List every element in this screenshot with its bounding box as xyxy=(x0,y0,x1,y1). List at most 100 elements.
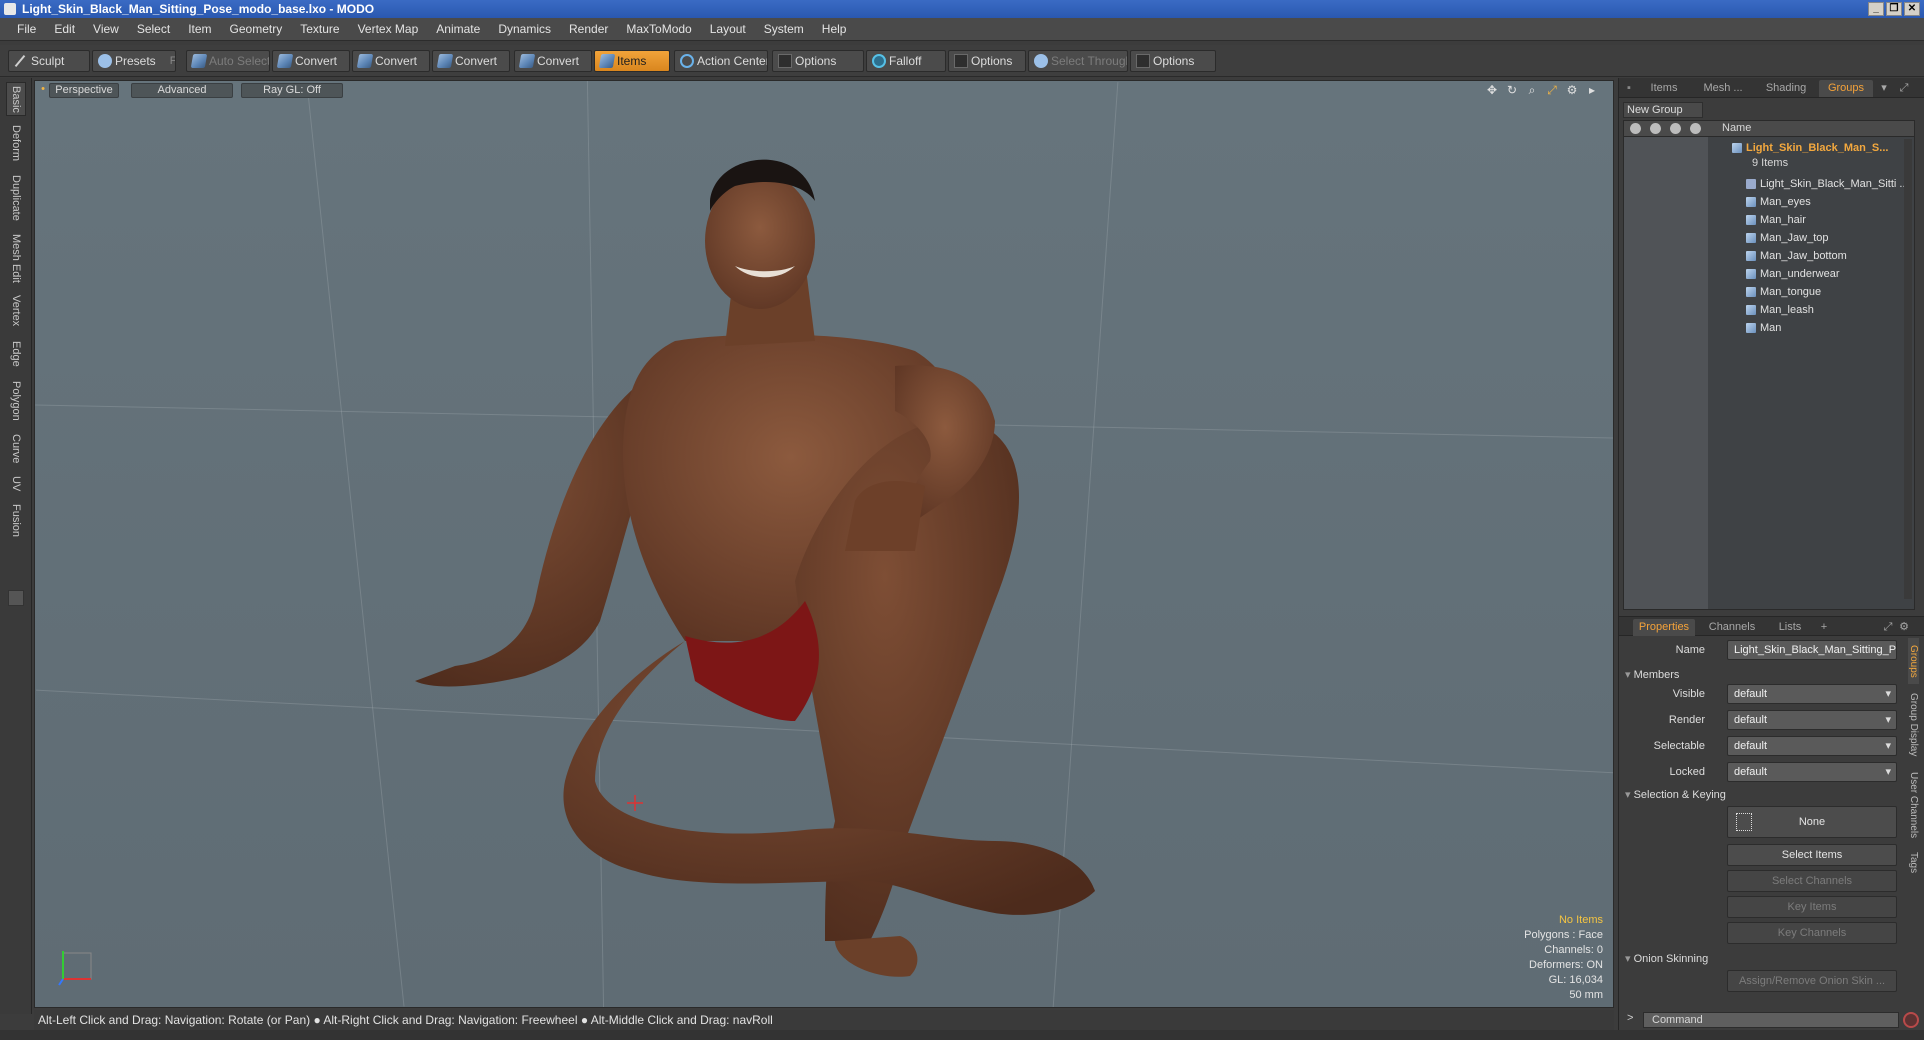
side-tab-group-display[interactable]: Group Display xyxy=(1908,688,1919,762)
toolbar: Sculpt Presets F6 Auto Select Convert Con… xyxy=(0,45,1924,77)
group-row[interactable]: Light_Skin_Black_Man_S... xyxy=(1624,139,1914,157)
3d-viewport[interactable]: • Perspective Advanced Ray GL: Off ✥ ↻ ⌕… xyxy=(34,80,1614,1008)
tree-item-row[interactable]: Man_underwear xyxy=(1624,265,1914,283)
panel-menu-icon[interactable]: ▪ xyxy=(1625,80,1633,97)
select-mode-none-button[interactable]: None xyxy=(1727,806,1897,838)
model-sitting-man[interactable] xyxy=(35,81,1614,1008)
tree-item-row[interactable]: Light_Skin_Black_Man_Sitti ... xyxy=(1624,175,1914,193)
auto-select-button[interactable]: Auto Select xyxy=(186,50,270,72)
tree-item-row[interactable]: Man xyxy=(1624,319,1914,337)
select-channels-button[interactable]: Select Channels xyxy=(1727,870,1897,892)
tab-fusion[interactable]: Fusion xyxy=(6,500,26,542)
options-button-2[interactable]: Options xyxy=(948,50,1026,72)
command-input[interactable]: Command xyxy=(1643,1012,1899,1028)
record-macro-button[interactable] xyxy=(1903,1012,1919,1028)
tree-item-row[interactable]: Man_Jaw_bottom xyxy=(1624,247,1914,265)
tab-groups[interactable]: Groups xyxy=(1819,80,1873,97)
selection-keying-section[interactable]: Selection & Keying xyxy=(1625,788,1726,801)
options-button-3[interactable]: Options xyxy=(1130,50,1216,72)
tool-panel-toggle[interactable] xyxy=(8,590,24,606)
key-items-button[interactable]: Key Items xyxy=(1727,896,1897,918)
polygons-info: Polygons : Face xyxy=(1524,929,1603,941)
tab-curve[interactable]: Curve xyxy=(6,430,26,468)
falloff-button[interactable]: Falloff xyxy=(866,50,946,72)
locked-dropdown[interactable]: default xyxy=(1727,762,1897,782)
menu-render[interactable]: Render xyxy=(560,22,617,36)
render-dropdown[interactable]: default xyxy=(1727,710,1897,730)
tab-items[interactable]: Items xyxy=(1639,80,1689,97)
group-name-field[interactable]: Light_Skin_Black_Man_Sitting_Pc xyxy=(1727,640,1897,660)
tree-item-label: Man_hair xyxy=(1760,214,1806,226)
onion-skinning-section[interactable]: Onion Skinning xyxy=(1625,952,1709,965)
channels-info: Channels: 0 xyxy=(1544,944,1603,956)
tab-vertex[interactable]: Vertex xyxy=(6,290,26,332)
side-tab-tags[interactable]: Tags xyxy=(1908,848,1919,878)
menu-maxtomodo[interactable]: MaxToModo xyxy=(617,22,700,36)
menu-texture[interactable]: Texture xyxy=(291,22,348,36)
menu-edit[interactable]: Edit xyxy=(45,22,84,36)
menu-animate[interactable]: Animate xyxy=(427,22,489,36)
tab-deform[interactable]: Deform xyxy=(6,120,26,166)
tree-item-label: Man_tongue xyxy=(1760,286,1822,298)
options-checkbox-icon-3 xyxy=(1136,54,1150,68)
items-mode-button[interactable]: Items xyxy=(594,50,670,72)
menu-system[interactable]: System xyxy=(755,22,813,36)
options-button-1[interactable]: Options xyxy=(772,50,864,72)
menu-geometry[interactable]: Geometry xyxy=(221,22,292,36)
members-section[interactable]: Members xyxy=(1625,668,1680,681)
tab-mesh[interactable]: Mesh ... xyxy=(1693,80,1753,97)
tree-item-row[interactable]: Man_hair xyxy=(1624,211,1914,229)
selectable-dropdown[interactable]: default xyxy=(1727,736,1897,756)
convert-button-4[interactable]: Convert xyxy=(514,50,592,72)
presets-button[interactable]: Presets F6 xyxy=(92,50,176,72)
menu-help[interactable]: Help xyxy=(813,22,856,36)
visible-dropdown[interactable]: default xyxy=(1727,684,1897,704)
sculpt-button[interactable]: Sculpt xyxy=(8,50,90,72)
action-center-button[interactable]: Action Center xyxy=(674,50,768,72)
close-button[interactable]: ✕ xyxy=(1904,2,1920,16)
new-group-button[interactable]: New Group xyxy=(1623,102,1703,118)
tab-lists[interactable]: Lists xyxy=(1767,619,1813,636)
tab-properties[interactable]: Properties xyxy=(1633,619,1695,636)
tree-item-label: Man_eyes xyxy=(1760,196,1811,208)
select-items-button[interactable]: Select Items xyxy=(1727,844,1897,866)
menu-file[interactable]: File xyxy=(8,22,45,36)
tab-shading[interactable]: Shading xyxy=(1757,80,1815,97)
tree-item-row[interactable]: Man_tongue xyxy=(1624,283,1914,301)
menu-view[interactable]: View xyxy=(84,22,128,36)
side-tab-user-channels[interactable]: User Channels xyxy=(1908,766,1919,844)
menu-vertex-map[interactable]: Vertex Map xyxy=(349,22,428,36)
menu-select[interactable]: Select xyxy=(128,22,179,36)
expand-panel-icon[interactable]: ⤢ xyxy=(1897,80,1911,97)
side-tab-groups[interactable]: Groups xyxy=(1908,638,1919,684)
add-tab-button[interactable]: + xyxy=(1817,619,1831,636)
menu-dynamics[interactable]: Dynamics xyxy=(489,22,560,36)
tab-edge[interactable]: Edge xyxy=(6,336,26,372)
tree-scrollbar[interactable] xyxy=(1904,139,1912,599)
minimize-button[interactable]: _ xyxy=(1868,2,1884,16)
tab-polygon[interactable]: Polygon xyxy=(6,376,26,426)
tree-item-row[interactable]: Man_leash xyxy=(1624,301,1914,319)
menu-item[interactable]: Item xyxy=(179,22,220,36)
convert-button-2[interactable]: Convert xyxy=(352,50,430,72)
maximize-button[interactable]: ❐ xyxy=(1886,2,1902,16)
tree-item-row[interactable]: Man_Jaw_top xyxy=(1624,229,1914,247)
key-channels-button[interactable]: Key Channels xyxy=(1727,922,1897,944)
tab-channels[interactable]: Channels xyxy=(1703,619,1761,636)
properties-settings-icon[interactable]: ⚙ xyxy=(1897,619,1911,636)
convert-button-3[interactable]: Convert xyxy=(432,50,510,72)
tab-mesh-edit[interactable]: Mesh Edit xyxy=(6,230,26,286)
tree-item-row[interactable]: Man_eyes xyxy=(1624,193,1914,211)
convert-button-1[interactable]: Convert xyxy=(272,50,350,72)
assign-onion-skin-button[interactable]: Assign/Remove Onion Skin ... xyxy=(1727,970,1897,992)
menu-layout[interactable]: Layout xyxy=(701,22,755,36)
command-history-arrow[interactable]: > xyxy=(1627,1012,1633,1024)
convert-label-4: Convert xyxy=(537,54,580,68)
select-through-button[interactable]: Select Through xyxy=(1028,50,1128,72)
tab-duplicate[interactable]: Duplicate xyxy=(6,170,26,226)
mesh-icon xyxy=(1746,305,1756,315)
tabs-dropdown-icon[interactable]: ▾ xyxy=(1877,80,1891,97)
expand-properties-icon[interactable]: ⤢ xyxy=(1881,619,1895,636)
tab-basic[interactable]: Basic xyxy=(6,82,26,116)
tab-uv[interactable]: UV xyxy=(6,472,26,496)
